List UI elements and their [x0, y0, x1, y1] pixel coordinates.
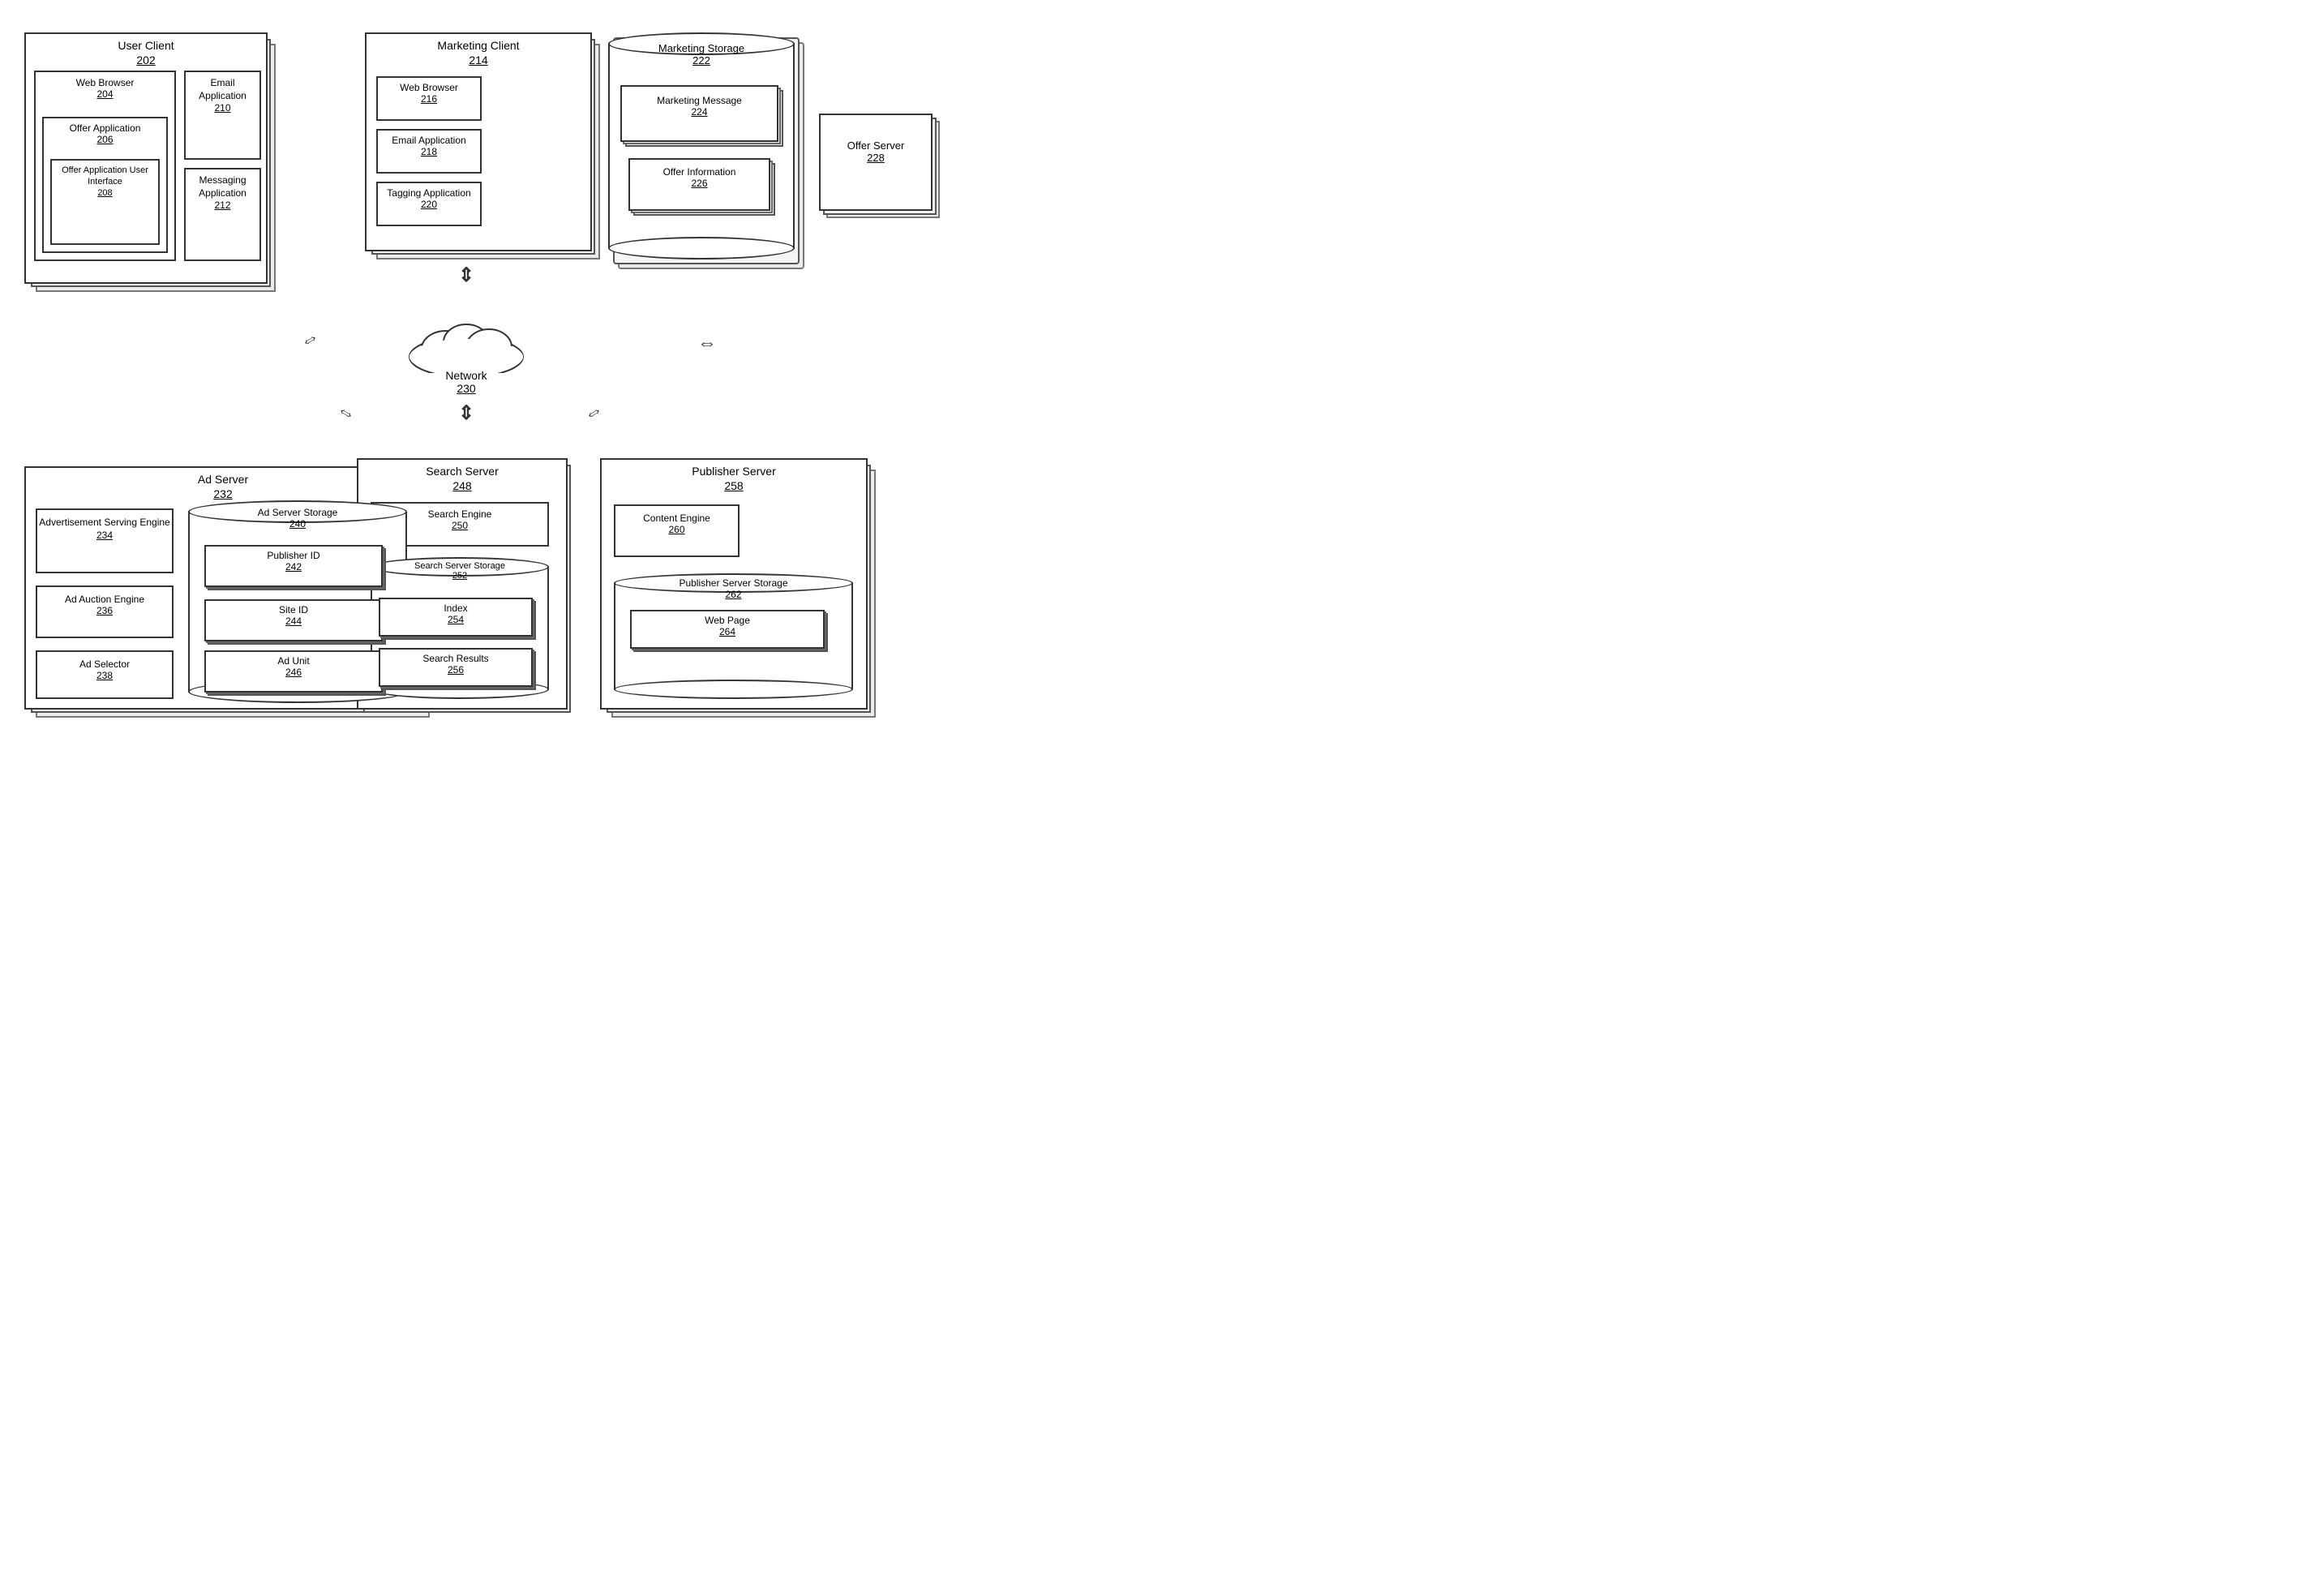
mc-web-browser-num: 216 [378, 93, 480, 105]
arrow-user-network: ⇔ [296, 325, 324, 354]
ad-unit-wrap: Ad Unit 246 [204, 650, 383, 693]
ad-server-storage-wrap: Ad Server Storage 240 Publisher ID 242 [188, 500, 407, 703]
offer-app-ui-box: Offer Application User Interface 208 [50, 159, 160, 245]
publisher-id-title: Publisher ID [206, 547, 381, 561]
ad-unit-num: 246 [206, 667, 381, 678]
user-client-box: User Client 202 Web Browser 204 Offer Ap… [24, 32, 268, 284]
search-results-title: Search Results [380, 650, 531, 664]
search-storage-wrap: Search Server Storage 252 Index 254 Sear… [371, 557, 549, 699]
email-app-title: Email Application [186, 72, 259, 102]
index-num: 254 [380, 614, 531, 625]
mc-email-app-title: Email Application [378, 131, 480, 146]
marketing-client-box: Marketing Client 214 Web Browser 216 Ema… [365, 32, 592, 251]
cloud-svg [401, 316, 531, 373]
mc-web-browser-box: Web Browser 216 [376, 76, 482, 121]
arrow-adserver-network: ⇔ [332, 398, 361, 427]
search-server-num: 248 [358, 479, 566, 492]
content-engine-box: Content Engine 260 [614, 504, 740, 557]
architecture-diagram: User Client 202 Web Browser 204 Offer Ap… [16, 16, 876, 649]
messaging-app-title: Messaging Application [186, 169, 259, 199]
ad-server-storage-num: 240 [188, 518, 407, 530]
content-engine-title: Content Engine [615, 506, 738, 524]
arrow-offerserver-network: ⇔ [697, 332, 717, 355]
mc-web-browser-title: Web Browser [378, 78, 480, 93]
site-id-wrap: Site ID 244 [204, 599, 383, 641]
marketing-client-title: Marketing Client [367, 34, 590, 54]
user-client-title: User Client [26, 34, 266, 54]
publisher-id-wrap: Publisher ID 242 [204, 545, 383, 587]
email-app-box: Email Application 210 [184, 71, 261, 160]
ad-auction-engine-box: Ad Auction Engine 236 [36, 585, 174, 638]
search-storage-num: 252 [371, 571, 549, 581]
index-wrap: Index 254 [379, 598, 533, 637]
tagging-app-box: Tagging Application 220 [376, 182, 482, 226]
offer-app-ui-num: 208 [52, 188, 158, 198]
offer-info-num: 226 [630, 178, 769, 189]
offer-app-ui-title: Offer Application User Interface [52, 161, 158, 188]
offer-app-num: 206 [44, 134, 166, 145]
publisher-server-title: Publisher Server [602, 460, 866, 479]
offer-app-box: Offer Application 206 Offer Application … [42, 117, 168, 253]
ad-serving-engine-box: Advertisement Serving Engine 234 [36, 508, 174, 573]
web-browser-title: Web Browser [36, 72, 174, 88]
user-client-num: 202 [26, 54, 266, 66]
search-server-box: Search Server 248 Search Engine 250 Sear… [357, 458, 568, 710]
marketing-msg-wrap: Marketing Message 224 [620, 85, 778, 142]
content-engine-num: 260 [615, 524, 738, 535]
marketing-msg-num: 224 [622, 106, 777, 118]
index-title: Index [380, 599, 531, 614]
ad-selector-title: Ad Selector [37, 652, 172, 670]
ad-server-storage-title: Ad Server Storage [188, 507, 407, 518]
mc-email-app-num: 218 [378, 146, 480, 157]
offer-info-title: Offer Information [630, 160, 769, 178]
ad-serving-engine-title: Advertisement Serving Engine [37, 510, 172, 530]
publisher-storage-wrap: Publisher Server Storage 262 Web Page 26… [614, 573, 853, 699]
ad-selector-box: Ad Selector 238 [36, 650, 174, 699]
messaging-app-num: 212 [186, 199, 259, 211]
offer-server-wrap: Offer Server 228 [819, 114, 933, 211]
mc-email-app-box: Email Application 218 [376, 129, 482, 174]
web-page-title: Web Page [632, 611, 823, 626]
marketing-storage-num: 222 [608, 54, 795, 66]
publisher-id-num: 242 [206, 561, 381, 573]
offer-info-wrap: Offer Information 226 [628, 158, 770, 211]
offer-app-title: Offer Application [44, 118, 166, 134]
search-server-title: Search Server [358, 460, 566, 479]
publisher-storage-title: Publisher Server Storage [614, 577, 853, 589]
publisher-server-num: 258 [602, 479, 866, 492]
messaging-app-box: Messaging Application 212 [184, 168, 261, 261]
network-cloud: Network 230 [401, 316, 531, 397]
web-page-num: 264 [632, 626, 823, 637]
search-results-wrap: Search Results 256 [379, 648, 533, 687]
ad-auction-engine-num: 236 [37, 605, 172, 616]
offer-server-title: Offer Server [821, 115, 931, 152]
ad-server-box: Ad Server 232 Advertisement Serving Engi… [24, 466, 422, 710]
marketing-msg-title: Marketing Message [622, 87, 777, 106]
email-app-num: 210 [186, 102, 259, 114]
ad-serving-engine-num: 234 [37, 530, 172, 541]
site-id-num: 244 [206, 615, 381, 627]
ad-selector-num: 238 [37, 670, 172, 681]
web-browser-num: 204 [36, 88, 174, 100]
web-page-wrap: Web Page 264 [630, 610, 825, 649]
tagging-app-num: 220 [378, 199, 480, 210]
publisher-storage-num: 262 [614, 589, 853, 600]
marketing-storage-title: Marketing Storage [608, 42, 795, 54]
arrow-marketing-network: ⇕ [458, 264, 474, 287]
ad-unit-title: Ad Unit [206, 652, 381, 667]
arrow-publisher-network: ⇔ [580, 398, 608, 427]
publisher-server-box: Publisher Server 258 Content Engine 260 … [600, 458, 868, 710]
offer-server-num: 228 [821, 152, 931, 164]
site-id-title: Site ID [206, 601, 381, 615]
search-storage-title: Search Server Storage [371, 561, 549, 571]
tagging-app-title: Tagging Application [378, 183, 480, 199]
web-browser-outer: Web Browser 204 Offer Application 206 Of… [34, 71, 176, 261]
ad-auction-engine-title: Ad Auction Engine [37, 587, 172, 605]
marketing-storage-wrap: Marketing Storage 222 Marketing Message … [608, 32, 795, 259]
search-results-num: 256 [380, 664, 531, 675]
arrow-search-network: ⇕ [458, 401, 474, 425]
network-num: 230 [401, 382, 531, 395]
marketing-client-num: 214 [367, 54, 590, 66]
